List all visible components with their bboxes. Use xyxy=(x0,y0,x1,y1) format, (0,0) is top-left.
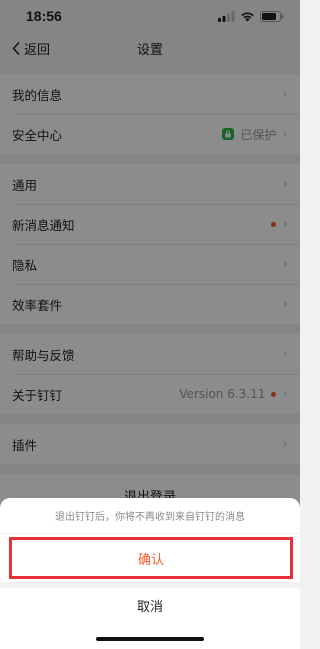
confirm-highlight-box: 确认 xyxy=(9,537,293,579)
logout-action-sheet: 退出钉钉后，你将不再收到来自钉钉的消息 确认 取消 xyxy=(0,498,300,649)
home-indicator xyxy=(96,637,204,641)
sheet-message: 退出钉钉后，你将不再收到来自钉钉的消息 xyxy=(0,498,300,534)
confirm-button[interactable]: 确认 xyxy=(12,540,290,576)
cancel-button[interactable]: 取消 xyxy=(0,588,300,622)
